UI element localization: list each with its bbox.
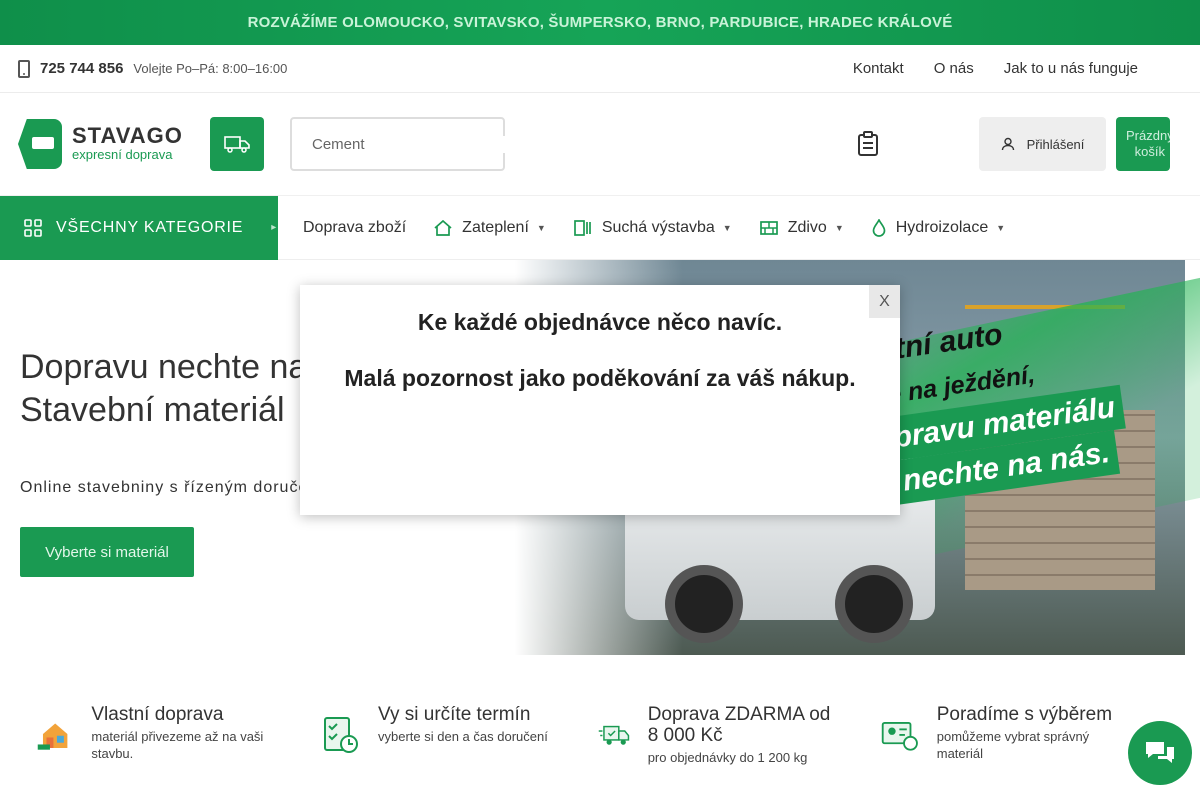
truck-icon (224, 136, 250, 153)
search-input[interactable] (312, 135, 511, 153)
promo-modal: X Ke každé objednávce něco navíc. Malá p… (300, 285, 900, 515)
cart-label-line1: Prázdný (1126, 128, 1170, 143)
logo[interactable]: STAVAGO expresní doprava (18, 119, 193, 169)
nav-item-label: Zateplení (462, 218, 529, 236)
feature-item: Poradíme s výběrem pomůžeme vybrat správ… (843, 690, 1124, 800)
all-categories-button[interactable]: VŠECHNY KATEGORIE ▸ (0, 195, 278, 260)
nav-item-hydroizolace[interactable]: Hydroizolace ▼ (872, 218, 1006, 237)
delivery-truck-icon (598, 725, 630, 745)
modal-subline: Malá pozornost jako poděkování za váš ná… (344, 365, 856, 391)
drywall-icon (573, 219, 591, 236)
nav-item-zatepleni[interactable]: Zateplení ▼ (434, 219, 546, 237)
nav-item-doprava[interactable]: Doprava zboží (303, 219, 406, 237)
phone-number[interactable]: 725 744 856 (40, 60, 123, 77)
top-links: Kontakt O nás Jak to u nás funguje (853, 60, 1182, 77)
contact-link[interactable]: Kontakt (853, 60, 904, 77)
info-bar: 725 744 856 Volejte Po–Pá: 8:00–16:00 Ko… (0, 45, 1200, 93)
nav-item-zdivo[interactable]: Zdivo ▼ (759, 218, 844, 237)
nav-item-label: Zdivo (787, 218, 827, 236)
phone-icon (18, 59, 30, 78)
nav-item-sucha-vystavba[interactable]: Suchá výstavba ▼ (573, 218, 732, 237)
hero-heading-line2: Stavební materiál (20, 391, 285, 429)
hero-heading: Dopravu nechte na Stavební materiál (20, 346, 307, 432)
hero-subtitle: Online stavebniny s řízeným doruče (20, 479, 309, 496)
modal-headline: Ke každé objednávce něco navíc. (417, 309, 783, 335)
feature-item: Vlastní doprava materiál přivezeme až na… (0, 690, 281, 800)
logo-tagline: expresní doprava (72, 147, 173, 162)
feature-title: Poradíme s výběrem (936, 704, 1113, 725)
grid-icon (24, 218, 42, 237)
logo-truck-icon (18, 119, 62, 169)
main-nav: VŠECHNY KATEGORIE ▸ Doprava zboží Zatepl… (0, 195, 1200, 260)
about-link[interactable]: O nás (934, 60, 974, 77)
nav-item-label: Doprava zboží (303, 218, 407, 236)
feature-strip: Vlastní doprava materiál přivezeme až na… (0, 690, 1200, 800)
cart-button[interactable]: Prázdný košík (1116, 117, 1170, 171)
site-header: STAVAGO expresní doprava Přihlášení Práz… (0, 93, 1200, 196)
announcement-bar: ROZVÁŽÍME OLOMOUCKO, SVITAVSKO, ŠUMPERSK… (0, 0, 1200, 45)
chevron-right-icon: ▸ (271, 222, 278, 233)
user-icon (1001, 137, 1014, 151)
announcement-text: ROZVÁŽÍME OLOMOUCKO, SVITAVSKO, ŠUMPERSK… (247, 14, 953, 31)
feature-subtitle: pomůžeme vybrat správný materiál (936, 729, 1090, 761)
caret-down-icon: ▼ (834, 222, 844, 233)
opening-hours: Volejte Po–Pá: 8:00–16:00 (133, 61, 288, 76)
login-button[interactable]: Přihlášení (979, 117, 1106, 171)
feature-title: Vy si určíte termín (378, 704, 531, 725)
nav-item-label: Suchá výstavba (601, 218, 715, 236)
delivery-button[interactable] (210, 117, 264, 171)
drop-icon (872, 218, 886, 237)
logo-brand: STAVAGO (72, 123, 183, 148)
caret-down-icon: ▼ (536, 222, 546, 233)
advice-card-icon (881, 721, 918, 751)
clipboard-icon[interactable] (857, 131, 879, 157)
caret-down-icon: ▼ (996, 222, 1006, 233)
caret-down-icon: ▼ (722, 222, 732, 233)
feature-item: Doprava ZDARMA od 8 000 Kč pro objednávk… (562, 690, 843, 800)
choose-material-button[interactable]: Vyberte si materiál (20, 527, 194, 577)
feature-item: Vy si určíte termín vyberte si den a čas… (281, 690, 562, 800)
schedule-checklist-icon (324, 717, 358, 753)
close-button[interactable]: X (869, 285, 900, 318)
feature-subtitle: vyberte si den a čas doručení (378, 729, 548, 744)
chat-bubbles-icon (1146, 742, 1174, 763)
feature-title: Vlastní doprava (91, 704, 224, 725)
house-delivery-icon (37, 723, 68, 750)
how-it-works-link[interactable]: Jak to u nás funguje (1004, 60, 1138, 77)
hero-heading-line1: Dopravu nechte na (20, 348, 308, 386)
feature-subtitle: materiál přivezeme až na vaši stavbu. (91, 729, 264, 761)
feature-subtitle: pro objednávky do 1 200 kg (647, 750, 808, 765)
feature-title: Doprava ZDARMA od 8 000 Kč (647, 704, 831, 746)
brick-icon (759, 220, 778, 235)
all-categories-label: VŠECHNY KATEGORIE (56, 218, 244, 236)
login-label: Přihlášení (1026, 136, 1085, 152)
search-box (290, 117, 511, 171)
nav-item-label: Hydroizolace (895, 218, 989, 236)
chat-button[interactable] (1128, 721, 1192, 785)
cart-label-line2: košík (1134, 144, 1166, 159)
house-icon (434, 219, 452, 236)
